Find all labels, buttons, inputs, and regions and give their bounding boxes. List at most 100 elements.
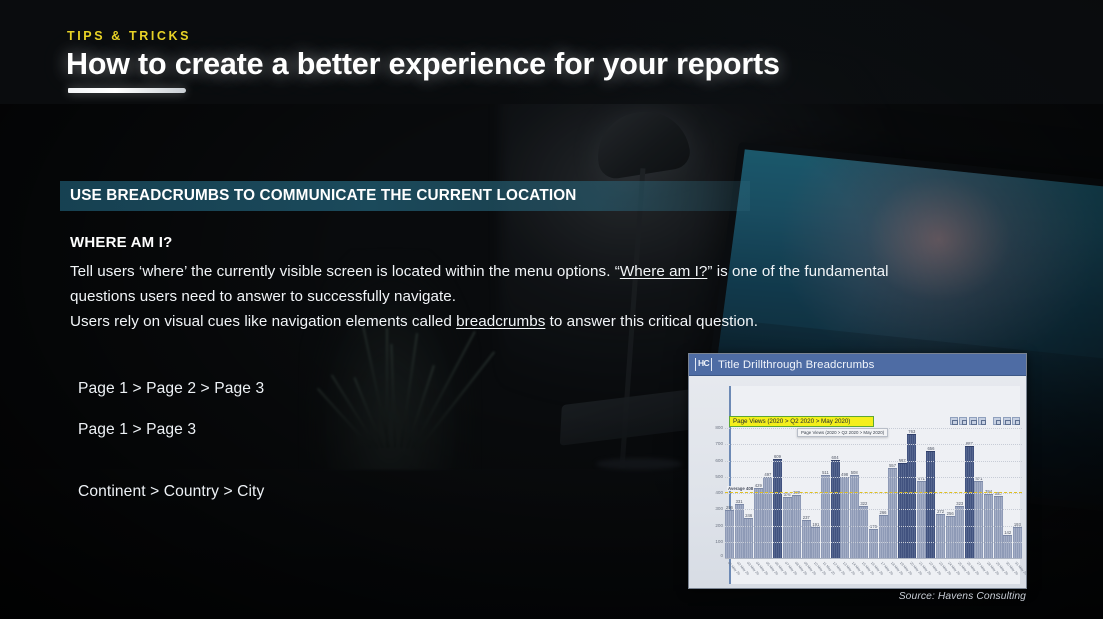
chart-bar-value-label: 511 [822, 470, 829, 475]
chart-bar[interactable]: 296 [725, 510, 734, 558]
breadcrumb-example-1: Page 1 > Page 2 > Page 3 [78, 381, 264, 397]
spotlight-icon[interactable] [993, 417, 1001, 425]
pin-icon[interactable] [950, 417, 958, 425]
chart-bar[interactable]: 380 [994, 496, 1003, 558]
chart-bar[interactable]: 429 [754, 488, 763, 558]
visual-header-icons[interactable] [950, 417, 1021, 425]
chart-gridline [725, 509, 1022, 510]
x-tick: 26 May 20 [965, 559, 974, 588]
chart-bar-value-label: 508 [851, 470, 858, 475]
x-tick: 10 May 20 [811, 559, 820, 588]
expand-icon[interactable] [1012, 417, 1020, 425]
x-tick: 27 May 20 [974, 559, 983, 588]
paragraph-text-3: Users rely on visual cues like navigatio… [70, 313, 456, 330]
chart-gridline [725, 477, 1022, 478]
x-tick: 31 May 20 [1013, 559, 1022, 588]
x-tick: 20 May 20 [907, 559, 916, 588]
chart-bar[interactable]: 323 [955, 506, 964, 558]
body-paragraph: Tell users ‘where’ the currently visible… [70, 259, 930, 334]
x-tick: 29 May 20 [994, 559, 1003, 588]
report-title-text: Title Drillthrough Breadcrumbs [718, 359, 874, 371]
x-tick: 14 May 20 [850, 559, 859, 588]
chart-gridline [725, 461, 1022, 462]
chart-bar[interactable]: 331 [735, 504, 744, 558]
chart-bar-value-label: 609 [774, 454, 781, 459]
y-tick-label: 400 [701, 491, 723, 496]
x-tick: 06 May 20 [773, 559, 782, 588]
breadcrumb-example-2: Page 1 > Page 3 [78, 422, 196, 438]
report-title-bar: HC Title Drillthrough Breadcrumbs [689, 354, 1026, 376]
chart-bar[interactable]: 557 [888, 468, 897, 559]
average-reference-line [725, 492, 1022, 493]
chart-bar-value-label: 557 [889, 463, 896, 468]
x-tick: 17 May 20 [879, 559, 888, 588]
report-breadcrumb-title[interactable]: Page Views (2020 > Q2 2020 > May 2020) [729, 416, 874, 427]
chart-bar[interactable]: 763 [907, 434, 916, 558]
filter-icon[interactable] [959, 417, 967, 425]
y-tick-label: 700 [701, 442, 723, 447]
chart-bar-value-label: 331 [736, 499, 743, 504]
x-tick: 16 May 20 [869, 559, 878, 588]
x-tick: 28 May 20 [984, 559, 993, 588]
x-tick-label: 31 May 20 [1014, 561, 1027, 576]
chart-bar-value-label: 763 [908, 429, 915, 434]
x-tick: 09 May 20 [802, 559, 811, 588]
chart-bar[interactable]: 142 [1003, 535, 1012, 558]
x-tick: 08 May 20 [792, 559, 801, 588]
y-tick-label: 0 [701, 554, 723, 559]
x-tick: 13 May 20 [840, 559, 849, 588]
x-tick: 22 May 20 [926, 559, 935, 588]
y-tick-label: 600 [701, 459, 723, 464]
chart-bar[interactable]: 511 [821, 475, 830, 558]
x-tick: 01 May 20 [725, 559, 734, 588]
chart-bar-value-label: 142 [1004, 530, 1011, 535]
more-icon[interactable] [978, 417, 986, 425]
chart-bar-value-label: 237 [803, 515, 810, 520]
chart-bar-value-label: 323 [956, 501, 963, 506]
y-tick-label: 500 [701, 475, 723, 480]
chart-bar[interactable]: 272 [936, 514, 945, 558]
hc-logo-icon: HC [695, 358, 712, 371]
chart-bar-value-label: 429 [755, 483, 762, 488]
x-tick: 11 May 20 [821, 559, 830, 588]
paragraph-text-4: to answer this critical question. [545, 313, 758, 330]
chart-bar-value-label: 266 [880, 510, 887, 515]
focus-icon[interactable] [969, 417, 977, 425]
chart-x-axis: 01 May 20 02 May 20 03 May 20 04 May 20 05 M… [725, 558, 1022, 588]
chart-bar[interactable]: 266 [879, 515, 888, 558]
breadcrumb-example-3: Continent > Country > City [78, 484, 264, 500]
subheading: WHERE AM I? [70, 234, 172, 251]
page-views-bar-chart[interactable]: 296 331 246 429 497 609 376 389 237 191 511 604 498 5… [725, 428, 1022, 588]
x-tick: 15 May 20 [859, 559, 868, 588]
x-tick: 03 May 20 [744, 559, 753, 588]
chart-bar[interactable]: 497 [763, 477, 772, 558]
chart-bar-value-label: 256 [947, 511, 954, 516]
chart-gridline [725, 444, 1022, 445]
fit-icon[interactable] [1003, 417, 1011, 425]
x-tick: 19 May 20 [898, 559, 907, 588]
inline-link-where-am-i[interactable]: Where am I? [620, 263, 708, 280]
report-tooltip: Page Views (2020 > Q2 2020 > May 2020) [797, 428, 888, 437]
chart-bar[interactable]: 322 [859, 506, 868, 558]
average-line-label: Average 408 [727, 486, 754, 491]
chart-gridline [725, 526, 1022, 527]
chart-bar[interactable]: 176 [869, 529, 878, 558]
x-tick: 05 May 20 [763, 559, 772, 588]
icon-gap [988, 417, 992, 425]
x-tick: 25 May 20 [955, 559, 964, 588]
chart-bar[interactable]: 376 [783, 497, 792, 558]
chart-gridline [725, 542, 1022, 543]
chart-bar[interactable]: 246 [744, 518, 753, 558]
chart-bar[interactable]: 256 [946, 516, 955, 558]
source-attribution: Source: Havens Consulting [899, 591, 1026, 602]
chart-bar[interactable]: 508 [850, 475, 859, 558]
x-tick: 07 May 20 [783, 559, 792, 588]
embedded-report-window[interactable]: HC Title Drillthrough Breadcrumbs Page V… [688, 353, 1027, 589]
chart-bar[interactable]: 498 [840, 477, 849, 558]
y-tick-label: 100 [701, 540, 723, 545]
chart-gridline [725, 493, 1022, 494]
inline-link-breadcrumbs[interactable]: breadcrumbs [456, 313, 545, 330]
x-tick: 30 May 20 [1003, 559, 1012, 588]
y-tick-label: 800 [701, 426, 723, 431]
x-tick: 12 May 20 [831, 559, 840, 588]
